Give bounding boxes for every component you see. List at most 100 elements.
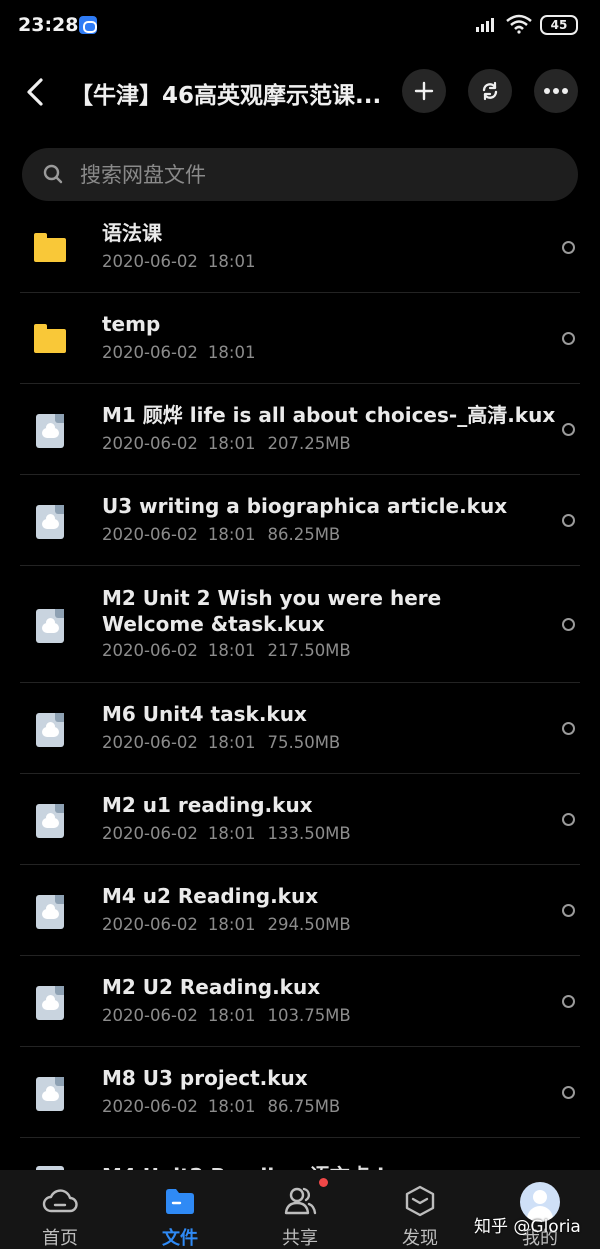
file-row[interactable]: M2 Unit 2 Wish you were here Welcome &ta… [0,566,600,683]
file-time: 18:01 [207,915,256,934]
nav-home-label: 首页 [42,1228,78,1249]
notification-dot [319,1178,328,1187]
select-circle[interactable] [562,513,575,527]
select-circle[interactable] [562,994,575,1008]
top-bar: 【牛津】46高英观摩示范课... [0,52,600,132]
select-circle[interactable] [562,903,575,917]
file-date: 2020-06-02 [102,641,198,660]
refresh-icon [482,81,498,101]
file-name: M6 Unit4 task.kux [102,702,307,726]
watermark: 知乎 @Gloria [474,1217,581,1237]
row-content: M2 u1 reading.kux 2020-06-02 18:01 133.50MB [20,774,580,865]
file-time: 18:01 [207,824,256,843]
file-name: M4 u2 Reading.kux [102,884,319,908]
file-name: M2 U2 Reading.kux [102,975,321,999]
file-name: U3 writing a biographica article.kux [102,494,508,518]
row-content: temp 2020-06-02 18:01 [20,293,580,384]
cloud-file-icon [34,894,68,931]
file-name: M1 顾烨 life is all about choices-_高清.kux [102,403,556,427]
discover-cube-icon [405,1185,435,1217]
file-size: 86.25MB [267,525,341,544]
file-name: temp [102,312,161,336]
file-meta: 2020-06-02 18:01 86.25MB [102,525,340,544]
more-button[interactable] [534,69,578,113]
file-time: 18:01 [207,1006,256,1025]
select-circle[interactable] [562,812,575,826]
file-meta: 2020-06-02 18:01 [102,252,255,271]
file-row[interactable]: U3 writing a biographica article.kux 2020… [0,475,600,566]
row-content: M6 Unit4 task.kux 2020-06-02 18:01 75.50MB [20,683,580,774]
file-size: 103.75MB [267,1006,351,1025]
file-name: M8 U3 project.kux [102,1066,308,1090]
file-meta: 2020-06-02 18:01 217.50MB [102,641,351,660]
back-button[interactable] [14,70,58,114]
plus-icon [414,81,434,101]
file-meta: 2020-06-02 18:01 75.50MB [102,733,340,752]
file-meta: 2020-06-02 18:01 [102,343,255,362]
file-meta: 2020-06-02 18:01 86.75MB [102,1097,340,1116]
signal-icon [476,16,498,32]
app-notification-icon [79,16,97,34]
nav-files[interactable]: 文件 [120,1170,240,1249]
nav-share[interactable]: 共享 [240,1170,360,1249]
file-time: 18:01 [207,434,256,453]
search-box[interactable] [22,148,578,201]
folder-icon [166,1189,194,1214]
file-date: 2020-06-02 [102,915,198,934]
select-circle[interactable] [562,721,575,735]
nav-home[interactable]: 首页 [0,1170,120,1249]
wifi-icon [506,14,532,34]
file-row[interactable]: M2 U2 Reading.kux 2020-06-02 18:01 103.75MB [0,956,600,1047]
file-name: M2 Unit 2 Wish you were here Welcome &ta… [102,586,442,636]
home-cloud-icon [42,1189,78,1213]
file-date: 2020-06-02 [102,1006,198,1025]
nav-discover[interactable]: 发现 [360,1170,480,1249]
row-content: M8 U3 project.kux 2020-06-02 18:01 86.75MB [20,1047,580,1138]
refresh-button[interactable] [468,69,512,113]
bottom-nav: 首页 文件 共享 发现 我的 知乎 @Gloria [0,1170,600,1249]
nav-discover-label: 发现 [402,1228,438,1249]
page-title: 【牛津】46高英观摩示范课... [70,83,382,109]
file-row[interactable]: M8 U3 project.kux 2020-06-02 18:01 86.75MB [0,1047,600,1138]
row-content: M1 顾烨 life is all about choices-_高清.kux 2… [20,384,580,475]
file-row[interactable]: M2 u1 reading.kux 2020-06-02 18:01 133.50MB [0,774,600,865]
cloud-file-icon [34,504,68,541]
search-input[interactable] [80,148,550,201]
file-time: 18:01 [207,525,256,544]
status-time: 23:28 [18,14,79,36]
nav-mine[interactable]: 我的 [480,1170,600,1249]
row-content: 语法课 2020-06-02 18:01 [20,202,580,293]
file-list: 语法课 2020-06-02 18:01 temp 2020-06-02 18:01 M1 … [0,202,600,1170]
file-meta: 2020-06-02 18:01 133.50MB [102,824,351,843]
file-row[interactable]: M1 顾烨 life is all about choices-_高清.kux 2… [0,384,600,475]
file-date: 2020-06-02 [102,252,198,271]
nav-share-label: 共享 [282,1228,318,1249]
select-circle[interactable] [562,240,575,254]
file-size: 133.50MB [267,824,351,843]
file-meta: 2020-06-02 18:01 294.50MB [102,915,351,934]
file-size: 207.25MB [267,434,351,453]
file-time: 18:01 [207,252,256,271]
file-name: 语法课 [102,221,162,245]
select-circle[interactable] [562,422,575,436]
file-time: 18:01 [207,733,256,752]
file-date: 2020-06-02 [102,525,198,544]
file-meta: 2020-06-02 18:01 207.25MB [102,434,351,453]
nav-files-label: 文件 [162,1228,198,1249]
select-circle[interactable] [562,1085,575,1099]
folder-row[interactable]: temp 2020-06-02 18:01 [0,293,600,384]
cloud-file-icon [34,413,68,450]
file-name: M2 u1 reading.kux [102,793,313,817]
select-circle[interactable] [562,331,575,345]
select-circle[interactable] [562,617,575,631]
file-row[interactable]: M4 u2 Reading.kux 2020-06-02 18:01 294.50MB [0,865,600,956]
file-date: 2020-06-02 [102,733,198,752]
file-size: 86.75MB [267,1097,341,1116]
file-date: 2020-06-02 [102,343,198,362]
cloud-file-icon [34,1076,68,1113]
battery-icon: 45 [540,15,578,35]
file-row[interactable]: M6 Unit4 task.kux 2020-06-02 18:01 75.50MB [0,683,600,774]
add-button[interactable] [402,69,446,113]
folder-row[interactable]: 语法课 2020-06-02 18:01 [0,202,600,293]
folder-icon [34,323,68,359]
